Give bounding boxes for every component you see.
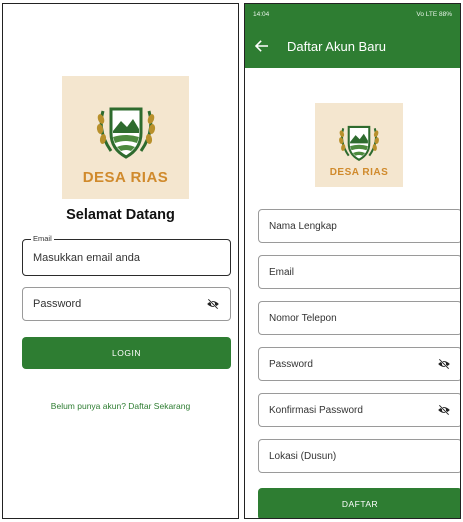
field-label: Nama Lengkap (269, 220, 337, 232)
welcome-heading: Selamat Datang (66, 207, 175, 223)
eye-off-icon[interactable] (206, 298, 220, 310)
register-button[interactable]: DAFTAR (258, 488, 460, 518)
field-label: Nomor Telepon (269, 312, 337, 324)
password-field[interactable]: Password (258, 347, 460, 381)
email-field[interactable]: Email Masukkan email anda (22, 234, 231, 276)
password-field[interactable]: Password (22, 287, 231, 321)
page-title: Daftar Akun Baru (287, 38, 386, 54)
status-indicators: Vo LTE 88% (416, 10, 452, 18)
desa-rias-logo: DESA RIAS (62, 76, 189, 199)
login-button[interactable]: LOGIN (22, 337, 231, 369)
password-label: Password (33, 298, 82, 310)
field-label: Email (269, 266, 295, 278)
logo-text: DESA RIAS (329, 167, 389, 178)
field-label: Password (269, 358, 313, 370)
eye-off-icon[interactable] (437, 404, 451, 416)
logo-text: DESA RIAS (82, 169, 169, 186)
desa-rias-logo: DESA RIAS (315, 103, 403, 187)
field-label: Konfirmasi Password (269, 404, 363, 416)
wheat-shield-logo (339, 125, 379, 161)
register-screen: 14:04 Vo LTE 88% Daftar Akun Baru DESA R… (244, 3, 461, 519)
email-placeholder: Masukkan email anda (33, 251, 141, 264)
field-label: Lokasi (Dusun) (269, 450, 337, 462)
email-field[interactable]: Email (258, 255, 460, 289)
status-bar: 14:04 Vo LTE 88% (245, 4, 460, 24)
location-field[interactable]: Lokasi (Dusun) (258, 439, 460, 473)
phone-field[interactable]: Nomor Telepon (258, 301, 460, 335)
email-label: Email (31, 234, 54, 244)
app-bar: Daftar Akun Baru (245, 24, 460, 68)
signup-link[interactable]: Belum punya akun? Daftar Sekarang (3, 401, 238, 411)
confirm-password-field[interactable]: Konfirmasi Password (258, 393, 460, 427)
full-name-field[interactable]: Nama Lengkap (258, 209, 460, 243)
login-screen: DESA RIAS Selamat Datang Email Masukkan … (2, 3, 239, 519)
status-time: 14:04 (253, 10, 270, 18)
back-arrow-icon[interactable] (255, 40, 269, 52)
wheat-shield-logo (96, 107, 155, 159)
eye-off-icon[interactable] (437, 358, 451, 370)
